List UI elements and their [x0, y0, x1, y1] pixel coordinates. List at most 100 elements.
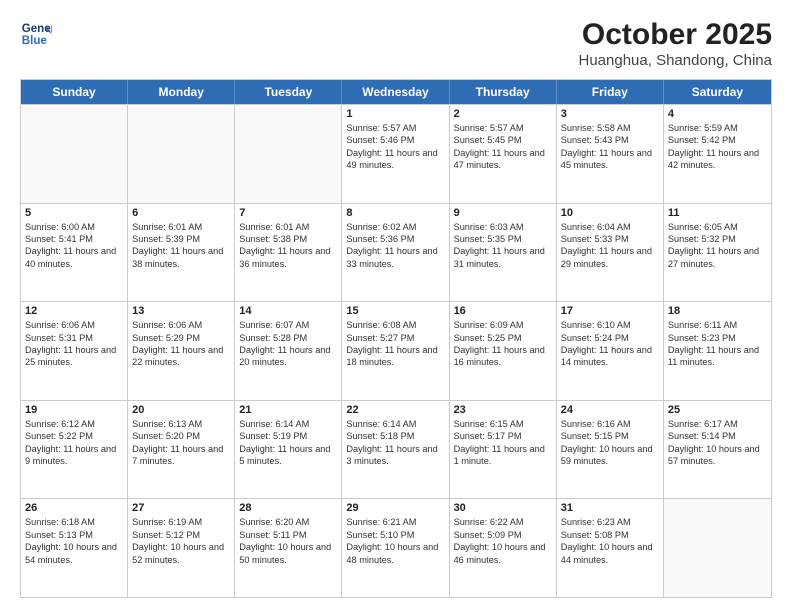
cal-cell-5-2: 27Sunrise: 6:19 AM Sunset: 5:12 PM Dayli… [128, 499, 235, 597]
cal-cell-3-6: 17Sunrise: 6:10 AM Sunset: 5:24 PM Dayli… [557, 302, 664, 400]
cal-cell-3-5: 16Sunrise: 6:09 AM Sunset: 5:25 PM Dayli… [450, 302, 557, 400]
day-number: 20 [132, 404, 230, 416]
cal-cell-1-3 [235, 105, 342, 203]
header-cell-tuesday: Tuesday [235, 80, 342, 104]
header: General Blue October 2025 Huanghua, Shan… [20, 18, 772, 69]
cal-cell-3-2: 13 Sunrise: 6:06 AM Sunset: 5:29 PM Dayli… [128, 302, 235, 400]
cell-info: Sunrise: 6:08 AM Sunset: 5:27 PM Dayligh… [346, 319, 444, 369]
day-number: 13 [132, 305, 230, 317]
cal-cell-4-6: 24 Sunrise: 6:16 AM Sunset: 5:15 PM Dayli… [557, 401, 664, 499]
cal-cell-4-7: 25 Sunrise: 6:17 AM Sunset: 5:14 PM Dayli… [664, 401, 771, 499]
cal-cell-2-2: 6 Sunrise: 6:01 AM Sunset: 5:39 PM Daylig… [128, 204, 235, 302]
day-number: 21 [239, 404, 337, 416]
cal-cell-2-7: 11 Sunrise: 6:05 AM Sunset: 5:32 PM Dayli… [664, 204, 771, 302]
week-row-5: 26 Sunrise: 6:18 AM Sunset: 5:13 PM Dayli… [21, 498, 771, 597]
day-number: 12 [25, 305, 123, 317]
page: General Blue October 2025 Huanghua, Shan… [0, 0, 792, 612]
cal-cell-3-4: 15 Sunrise: 6:08 AM Sunset: 5:27 PM Dayli… [342, 302, 449, 400]
header-cell-friday: Friday [557, 80, 664, 104]
cell-info: Sunrise: 6:12 AM Sunset: 5:22 PM Dayligh… [25, 418, 123, 468]
day-number: 6 [132, 207, 230, 219]
cal-cell-5-1: 26 Sunrise: 6:18 AM Sunset: 5:13 PM Dayli… [21, 499, 128, 597]
cell-info: Sunrise: 6:23 AM Sunset: 5:08 PM Dayligh… [561, 516, 659, 566]
day-number: 11 [668, 207, 767, 219]
week-row-1: 1Sunrise: 5:57 AM Sunset: 5:46 PM Daylig… [21, 104, 771, 203]
cell-info: Sunrise: 6:06 AM Sunset: 5:31 PM Dayligh… [25, 319, 123, 369]
day-number: 25 [668, 404, 767, 416]
cell-info: Sunrise: 6:21 AM Sunset: 5:10 PM Dayligh… [346, 516, 444, 566]
cal-cell-5-3: 28 Sunrise: 6:20 AM Sunset: 5:11 PM Dayli… [235, 499, 342, 597]
day-number: 26 [25, 502, 123, 514]
svg-text:Blue: Blue [22, 35, 48, 47]
header-cell-sunday: Sunday [21, 80, 128, 104]
cal-cell-1-5: 2 Sunrise: 5:57 AM Sunset: 5:45 PM Daylig… [450, 105, 557, 203]
cal-cell-1-7: 4Sunrise: 5:59 AM Sunset: 5:42 PM Daylig… [664, 105, 771, 203]
day-number: 9 [454, 207, 552, 219]
week-row-4: 19 Sunrise: 6:12 AM Sunset: 5:22 PM Dayli… [21, 400, 771, 499]
cal-cell-3-1: 12 Sunrise: 6:06 AM Sunset: 5:31 PM Dayli… [21, 302, 128, 400]
day-number: 19 [25, 404, 123, 416]
day-number: 16 [454, 305, 552, 317]
cell-info: Sunrise: 5:59 AM Sunset: 5:42 PM Dayligh… [668, 122, 767, 172]
day-number: 14 [239, 305, 337, 317]
calendar: SundayMondayTuesdayWednesdayThursdayFrid… [20, 79, 772, 598]
cal-cell-1-6: 3 Sunrise: 5:58 AM Sunset: 5:43 PM Daylig… [557, 105, 664, 203]
cell-info: Sunrise: 6:05 AM Sunset: 5:32 PM Dayligh… [668, 221, 767, 271]
month-title: October 2025 [579, 18, 773, 52]
day-number: 22 [346, 404, 444, 416]
title-block: October 2025 Huanghua, Shandong, China [579, 18, 773, 69]
cell-info: Sunrise: 6:06 AM Sunset: 5:29 PM Dayligh… [132, 319, 230, 369]
cal-cell-1-4: 1Sunrise: 5:57 AM Sunset: 5:46 PM Daylig… [342, 105, 449, 203]
cell-info: Sunrise: 5:57 AM Sunset: 5:45 PM Dayligh… [454, 122, 552, 172]
cal-cell-3-7: 18 Sunrise: 6:11 AM Sunset: 5:23 PM Dayli… [664, 302, 771, 400]
logo-icon: General Blue [20, 18, 52, 50]
day-number: 18 [668, 305, 767, 317]
day-number: 7 [239, 207, 337, 219]
cell-info: Sunrise: 6:22 AM Sunset: 5:09 PM Dayligh… [454, 516, 552, 566]
location-subtitle: Huanghua, Shandong, China [579, 52, 773, 69]
cell-info: Sunrise: 6:01 AM Sunset: 5:39 PM Dayligh… [132, 221, 230, 271]
cell-info: Sunrise: 6:19 AM Sunset: 5:12 PM Dayligh… [132, 516, 230, 566]
day-number: 1 [346, 108, 444, 120]
day-number: 15 [346, 305, 444, 317]
cell-info: Sunrise: 6:18 AM Sunset: 5:13 PM Dayligh… [25, 516, 123, 566]
header-cell-saturday: Saturday [664, 80, 771, 104]
day-number: 3 [561, 108, 659, 120]
cal-cell-4-1: 19 Sunrise: 6:12 AM Sunset: 5:22 PM Dayli… [21, 401, 128, 499]
cal-cell-3-3: 14 Sunrise: 6:07 AM Sunset: 5:28 PM Dayli… [235, 302, 342, 400]
cell-info: Sunrise: 6:01 AM Sunset: 5:38 PM Dayligh… [239, 221, 337, 271]
calendar-body: 1Sunrise: 5:57 AM Sunset: 5:46 PM Daylig… [21, 104, 771, 597]
cell-info: Sunrise: 6:14 AM Sunset: 5:18 PM Dayligh… [346, 418, 444, 468]
cal-cell-2-4: 8 Sunrise: 6:02 AM Sunset: 5:36 PM Daylig… [342, 204, 449, 302]
cal-cell-4-2: 20Sunrise: 6:13 AM Sunset: 5:20 PM Dayli… [128, 401, 235, 499]
cell-info: Sunrise: 6:02 AM Sunset: 5:36 PM Dayligh… [346, 221, 444, 271]
day-number: 5 [25, 207, 123, 219]
cell-info: Sunrise: 6:20 AM Sunset: 5:11 PM Dayligh… [239, 516, 337, 566]
cal-cell-2-3: 7 Sunrise: 6:01 AM Sunset: 5:38 PM Daylig… [235, 204, 342, 302]
day-number: 23 [454, 404, 552, 416]
cell-info: Sunrise: 6:17 AM Sunset: 5:14 PM Dayligh… [668, 418, 767, 468]
cell-info: Sunrise: 5:58 AM Sunset: 5:43 PM Dayligh… [561, 122, 659, 172]
cell-info: Sunrise: 6:16 AM Sunset: 5:15 PM Dayligh… [561, 418, 659, 468]
day-number: 2 [454, 108, 552, 120]
cal-cell-1-1 [21, 105, 128, 203]
cell-info: Sunrise: 6:11 AM Sunset: 5:23 PM Dayligh… [668, 319, 767, 369]
day-number: 8 [346, 207, 444, 219]
calendar-header: SundayMondayTuesdayWednesdayThursdayFrid… [21, 80, 771, 104]
cell-info: Sunrise: 6:04 AM Sunset: 5:33 PM Dayligh… [561, 221, 659, 271]
cell-info: Sunrise: 6:14 AM Sunset: 5:19 PM Dayligh… [239, 418, 337, 468]
header-cell-monday: Monday [128, 80, 235, 104]
day-number: 24 [561, 404, 659, 416]
cell-info: Sunrise: 6:07 AM Sunset: 5:28 PM Dayligh… [239, 319, 337, 369]
cal-cell-2-1: 5 Sunrise: 6:00 AM Sunset: 5:41 PM Daylig… [21, 204, 128, 302]
week-row-2: 5 Sunrise: 6:00 AM Sunset: 5:41 PM Daylig… [21, 203, 771, 302]
cell-info: Sunrise: 6:03 AM Sunset: 5:35 PM Dayligh… [454, 221, 552, 271]
cal-cell-5-4: 29 Sunrise: 6:21 AM Sunset: 5:10 PM Dayli… [342, 499, 449, 597]
day-number: 28 [239, 502, 337, 514]
cal-cell-4-5: 23Sunrise: 6:15 AM Sunset: 5:17 PM Dayli… [450, 401, 557, 499]
day-number: 29 [346, 502, 444, 514]
cal-cell-2-6: 10Sunrise: 6:04 AM Sunset: 5:33 PM Dayli… [557, 204, 664, 302]
cal-cell-4-4: 22 Sunrise: 6:14 AM Sunset: 5:18 PM Dayli… [342, 401, 449, 499]
cell-info: Sunrise: 6:00 AM Sunset: 5:41 PM Dayligh… [25, 221, 123, 271]
day-number: 30 [454, 502, 552, 514]
